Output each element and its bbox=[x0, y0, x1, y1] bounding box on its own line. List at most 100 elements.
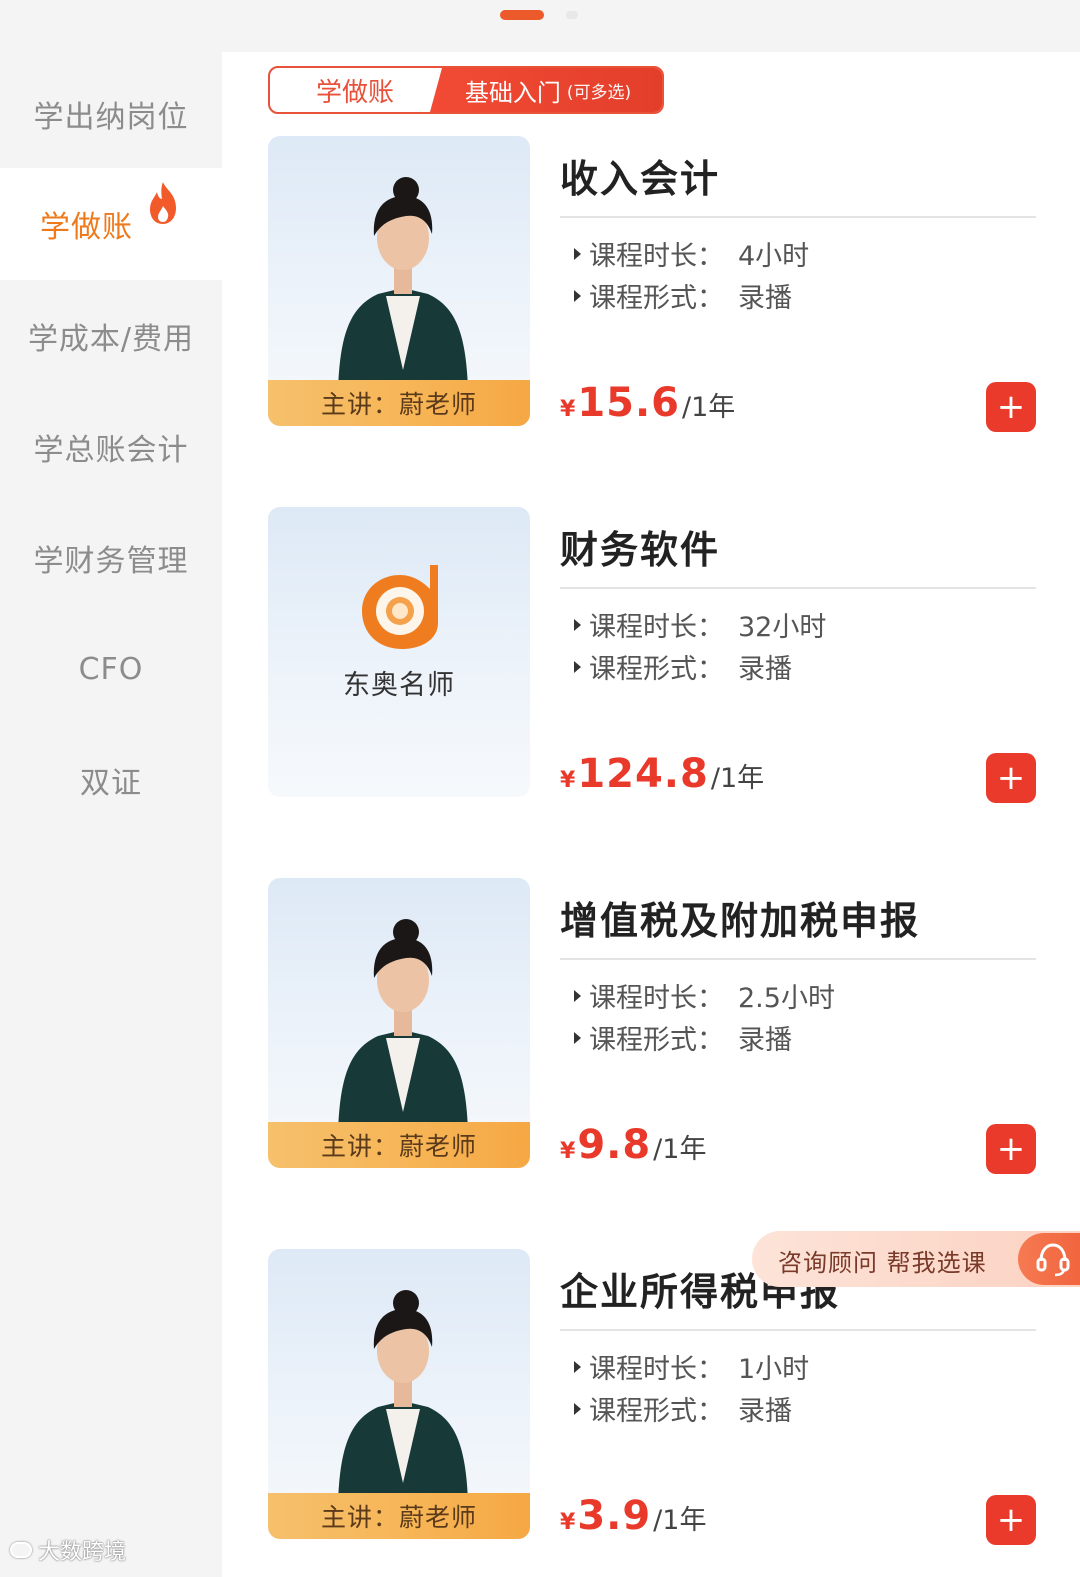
add-course-button[interactable]: + bbox=[986, 753, 1036, 803]
course-price: ¥ 15.6 /1年 bbox=[560, 380, 735, 426]
page-indicator bbox=[566, 11, 578, 19]
bullet-icon bbox=[574, 1031, 581, 1044]
course-thumbnail: 东奥名师 bbox=[268, 507, 530, 797]
course-format: 课程形式： 录播 bbox=[574, 276, 792, 315]
dongao-logo-icon bbox=[362, 565, 438, 649]
price-value: 124.8 bbox=[577, 751, 709, 797]
sidebar-item-general-ledger[interactable]: 学总账会计 bbox=[0, 391, 222, 503]
price-unit: /1年 bbox=[682, 392, 736, 423]
teacher-photo bbox=[338, 1290, 468, 1503]
plus-icon: + bbox=[996, 1129, 1026, 1169]
course-info: 增值税及附加税申报 课程时长： 2.5小时 课程形式： 录播 ¥ 9.8 /1年… bbox=[560, 878, 1036, 1178]
price-value: 3.9 bbox=[577, 1493, 652, 1539]
course-info: 财务软件 课程时长： 32小时 课程形式： 录播 ¥ 124.8 /1年 + bbox=[560, 507, 1036, 807]
teacher-label: 主讲：蔚老师 bbox=[268, 1493, 530, 1539]
format-value: 录播 bbox=[738, 1025, 792, 1056]
teacher-photo bbox=[338, 919, 468, 1132]
tab-basics-hint: (可多选) bbox=[566, 82, 632, 103]
course-list-panel: 学做账 基础入门 (可多选) 主讲：蔚老师 收入会计 课程时长： 4小时 课程形… bbox=[222, 52, 1080, 1577]
bullet-icon bbox=[574, 1402, 581, 1415]
course-title: 增值税及附加税申报 bbox=[560, 899, 921, 943]
course-thumbnail: 主讲：蔚老师 bbox=[268, 1249, 530, 1539]
watermark-text: 大数跨境 bbox=[38, 1540, 127, 1565]
duration-label: 课程时长： bbox=[589, 241, 724, 272]
teacher-label: 主讲：蔚老师 bbox=[268, 380, 530, 426]
consult-advisor-button[interactable]: 咨询顾问 帮我选课 bbox=[752, 1231, 1080, 1287]
price-unit: /1年 bbox=[653, 1505, 707, 1536]
bullet-icon bbox=[574, 289, 581, 302]
price-unit: /1年 bbox=[653, 1134, 707, 1165]
course-thumbnail: 主讲：蔚老师 bbox=[268, 878, 530, 1168]
course-card[interactable]: 主讲：蔚老师 企业所得税申报 课程时长： 1小时 课程形式： 录播 ¥ 3.9 … bbox=[222, 1249, 1080, 1549]
format-value: 录播 bbox=[738, 654, 792, 685]
tab-bookkeeping[interactable]: 学做账 bbox=[270, 68, 440, 112]
sidebar-item-finance-management[interactable]: 学财务管理 bbox=[0, 502, 222, 614]
brand-logo-area: 东奥名师 bbox=[268, 507, 530, 797]
bullet-icon bbox=[574, 247, 581, 260]
consult-label: 咨询顾问 帮我选课 bbox=[778, 1249, 987, 1277]
course-price: ¥ 3.9 /1年 bbox=[560, 1493, 706, 1539]
sidebar-item-label: 学做账 bbox=[40, 210, 133, 245]
course-info: 企业所得税申报 课程时长： 1小时 课程形式： 录播 ¥ 3.9 /1年 + bbox=[560, 1249, 1036, 1549]
bullet-icon bbox=[574, 989, 581, 1002]
price-unit: /1年 bbox=[710, 763, 765, 794]
course-duration: 课程时长： 2.5小时 bbox=[574, 976, 835, 1015]
price-value: 9.8 bbox=[577, 1122, 652, 1168]
teacher-label: 主讲：蔚老师 bbox=[268, 1122, 530, 1168]
course-title: 收入会计 bbox=[560, 157, 721, 201]
currency-symbol: ¥ bbox=[560, 768, 576, 793]
course-duration: 课程时长： 4小时 bbox=[574, 234, 809, 273]
currency-symbol: ¥ bbox=[560, 397, 576, 422]
sidebar-item-cashier[interactable]: 学出纳岗位 bbox=[0, 58, 222, 170]
category-sidebar: 学出纳岗位 学做账 学成本/费用 学总账会计 学财务管理 CFO 双证 bbox=[0, 52, 222, 1577]
course-duration: 课程时长： 1小时 bbox=[574, 1347, 809, 1386]
format-label: 课程形式： bbox=[589, 1396, 724, 1427]
brand-name: 东奥名师 bbox=[343, 670, 455, 701]
flame-icon bbox=[150, 182, 176, 224]
sidebar-item-bookkeeping[interactable]: 学做账 bbox=[0, 168, 222, 280]
headset-icon bbox=[1018, 1233, 1080, 1285]
top-bar bbox=[0, 0, 1080, 52]
course-card[interactable]: 主讲：蔚老师 增值税及附加税申报 课程时长： 2.5小时 课程形式： 录播 ¥ … bbox=[222, 878, 1080, 1178]
add-course-button[interactable]: + bbox=[986, 1495, 1036, 1545]
duration-value: 2.5小时 bbox=[738, 983, 835, 1014]
headset-icon-glyph bbox=[1036, 1243, 1070, 1277]
divider bbox=[560, 1329, 1036, 1331]
course-format: 课程形式： 录播 bbox=[574, 1389, 792, 1428]
currency-symbol: ¥ bbox=[560, 1510, 576, 1535]
watermark: 大数跨境 bbox=[10, 1534, 126, 1566]
course-card[interactable]: 东奥名师 财务软件 课程时长： 32小时 课程形式： 录播 ¥ 124.8 /1… bbox=[222, 507, 1080, 807]
plus-icon: + bbox=[996, 758, 1026, 798]
add-course-button[interactable]: + bbox=[986, 1124, 1036, 1174]
tab-basics[interactable]: 基础入门 (可多选) bbox=[430, 68, 662, 112]
plus-icon: + bbox=[996, 1500, 1026, 1540]
format-label: 课程形式： bbox=[589, 283, 724, 314]
course-format: 课程形式： 录播 bbox=[574, 1018, 792, 1057]
sidebar-item-double-cert[interactable]: 双证 bbox=[0, 724, 222, 836]
bullet-icon bbox=[574, 660, 581, 673]
course-price: ¥ 124.8 /1年 bbox=[560, 751, 764, 797]
add-course-button[interactable]: + bbox=[986, 382, 1036, 432]
currency-symbol: ¥ bbox=[560, 1139, 576, 1164]
duration-value: 1小时 bbox=[738, 1354, 810, 1385]
course-card[interactable]: 主讲：蔚老师 收入会计 课程时长： 4小时 课程形式： 录播 ¥ 15.6 /1… bbox=[222, 136, 1080, 436]
format-label: 课程形式： bbox=[589, 1025, 724, 1056]
price-value: 15.6 bbox=[577, 380, 681, 426]
sidebar-item-cfo[interactable]: CFO bbox=[0, 613, 222, 725]
tab-basics-label: 基础入门 bbox=[464, 78, 561, 107]
teacher-photo bbox=[338, 177, 468, 390]
sidebar-item-cost[interactable]: 学成本/费用 bbox=[0, 280, 222, 392]
duration-label: 课程时长： bbox=[589, 983, 724, 1014]
duration-value: 4小时 bbox=[738, 241, 810, 272]
page-indicator-active bbox=[500, 10, 544, 20]
course-info: 收入会计 课程时长： 4小时 课程形式： 录播 ¥ 15.6 /1年 + bbox=[560, 136, 1036, 436]
watermark-logo-icon bbox=[10, 1542, 32, 1558]
format-value: 录播 bbox=[738, 283, 792, 314]
course-format: 课程形式： 录播 bbox=[574, 647, 792, 686]
filter-tabs: 学做账 基础入门 (可多选) bbox=[268, 66, 664, 114]
bullet-icon bbox=[574, 1360, 581, 1373]
duration-label: 课程时长： bbox=[589, 612, 724, 643]
course-title: 财务软件 bbox=[560, 528, 721, 572]
divider bbox=[560, 216, 1036, 218]
course-duration: 课程时长： 32小时 bbox=[574, 605, 826, 644]
